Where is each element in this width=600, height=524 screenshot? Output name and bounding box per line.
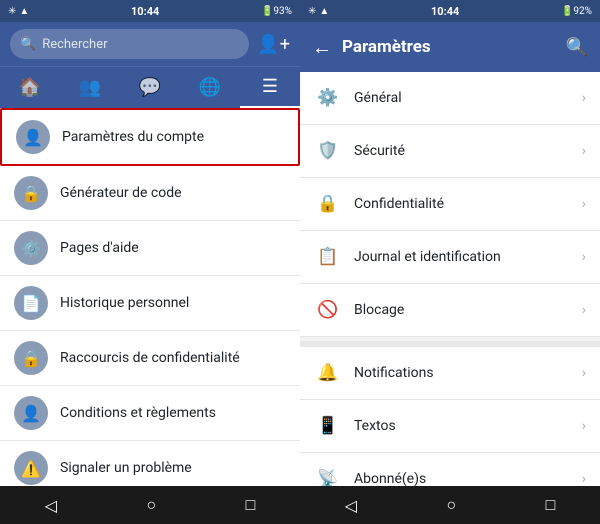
sms-chevron: › [582,418,586,434]
sms-label: Textos [354,418,582,434]
right-back-button[interactable]: ◁ [329,492,373,519]
general-icon: ⚙️ [314,84,342,112]
tab-home[interactable]: 🏠 [0,67,60,108]
right-recent-button[interactable]: □ [530,491,572,519]
timeline-chevron: › [582,249,586,265]
signal-icon: ▲ [19,6,29,17]
settings-section-2: 🔔 Notifications › 📱 Textos › 📡 Abonné(e)… [300,347,600,486]
privacy-label: Confidentialité [354,196,582,212]
menu-item-code-generator[interactable]: 🔒 Générateur de code [0,166,300,221]
menu-item-activity-log[interactable]: 📄 Historique personnel [0,276,300,331]
right-battery-icon: 🔋92% [561,6,592,17]
report-problem-icon: ⚠️ [14,451,48,485]
settings-item-security[interactable]: 🛡️ Sécurité › [300,125,600,178]
right-status-left-icons: ✳ ▲ [308,6,329,17]
settings-section-1: ⚙️ Général › 🛡️ Sécurité › 🔒 Confidentia… [300,72,600,337]
notifications-chevron: › [582,365,586,381]
right-status-right-icons: 🔋92% [561,6,592,17]
left-panel: ✳ ▲ 10:44 🔋93% 🔍 Rechercher 👤+ 🏠 👥 💬 🌐 ☰… [0,0,300,524]
left-status-time: 10:44 [131,5,159,18]
subscribers-icon: 📡 [314,465,342,486]
bluetooth-icon: ✳ [8,6,16,17]
settings-item-subscribers[interactable]: 📡 Abonné(e)s › [300,453,600,486]
privacy-shortcuts-label: Raccourcis de confidentialité [60,350,240,366]
right-status-bar: ✳ ▲ 10:44 🔋92% [300,0,600,22]
menu-item-report-problem[interactable]: ⚠️ Signaler un problème [0,441,300,486]
add-friend-icon[interactable]: 👤+ [257,34,290,55]
right-android-nav: ◁ ○ □ [300,486,600,524]
left-nav-tabs: 🏠 👥 💬 🌐 ☰ [0,66,300,108]
tab-friends[interactable]: 👥 [60,67,120,108]
search-icon: 🔍 [20,37,36,52]
privacy-chevron: › [582,196,586,212]
settings-item-general[interactable]: ⚙️ Général › [300,72,600,125]
tab-menu[interactable]: ☰ [240,67,300,108]
subscribers-label: Abonné(e)s [354,471,582,486]
right-status-time: 10:44 [431,5,459,18]
left-status-bar: ✳ ▲ 10:44 🔋93% [0,0,300,22]
general-label: Général [354,90,582,106]
activity-log-label: Historique personnel [60,295,189,311]
settings-item-privacy[interactable]: 🔒 Confidentialité › [300,178,600,231]
settings-item-notifications[interactable]: 🔔 Notifications › [300,347,600,400]
settings-list: ⚙️ Général › 🛡️ Sécurité › 🔒 Confidentia… [300,72,600,486]
terms-icon: 👤 [14,396,48,430]
left-status-left-icons: ✳ ▲ [8,6,29,17]
back-button[interactable]: ◁ [29,492,73,519]
settings-item-timeline[interactable]: 📋 Journal et identification › [300,231,600,284]
general-chevron: › [582,90,586,106]
blocking-icon: 🚫 [314,296,342,324]
battery-icon: 🔋93% [261,6,292,17]
left-android-nav: ◁ ○ □ [0,486,300,524]
terms-label: Conditions et règlements [60,405,216,421]
search-field-wrapper[interactable]: 🔍 Rechercher [10,29,249,59]
blocking-label: Blocage [354,302,582,318]
settings-title: Paramètres [342,37,556,57]
sms-icon: 📱 [314,412,342,440]
home-button[interactable]: ○ [130,491,172,519]
right-panel: ✳ ▲ 10:44 🔋92% ← Paramètres 🔍 ⚙️ Général… [300,0,600,524]
left-menu-list: 👤 Paramètres du compte 🔒 Générateur de c… [0,108,300,486]
notifications-icon: 🔔 [314,359,342,387]
menu-item-account-settings[interactable]: 👤 Paramètres du compte [0,108,300,166]
timeline-icon: 📋 [314,243,342,271]
activity-log-icon: 📄 [14,286,48,320]
help-pages-label: Pages d'aide [60,240,139,256]
tab-messages[interactable]: 💬 [120,67,180,108]
account-settings-icon: 👤 [16,120,50,154]
menu-item-help-pages[interactable]: ⚙️ Pages d'aide [0,221,300,276]
security-chevron: › [582,143,586,159]
menu-item-terms[interactable]: 👤 Conditions et règlements [0,386,300,441]
right-home-button[interactable]: ○ [430,491,472,519]
code-generator-label: Générateur de code [60,185,182,201]
security-label: Sécurité [354,143,582,159]
blocking-chevron: › [582,302,586,318]
right-signal-icon: ▲ [319,6,329,17]
privacy-shortcuts-icon: 🔒 [14,341,48,375]
report-problem-label: Signaler un problème [60,460,192,476]
right-header: ← Paramètres 🔍 [300,22,600,72]
settings-item-sms[interactable]: 📱 Textos › [300,400,600,453]
back-arrow-icon[interactable]: ← [312,35,332,60]
recent-button[interactable]: □ [230,491,272,519]
settings-item-blocking[interactable]: 🚫 Blocage › [300,284,600,337]
privacy-icon: 🔒 [314,190,342,218]
menu-item-privacy-shortcuts[interactable]: 🔒 Raccourcis de confidentialité [0,331,300,386]
account-settings-label: Paramètres du compte [62,129,204,145]
notifications-label: Notifications [354,365,582,381]
left-search-bar: 🔍 Rechercher 👤+ [0,22,300,66]
right-search-icon[interactable]: 🔍 [566,37,588,58]
left-status-right-icons: 🔋93% [261,6,292,17]
right-bluetooth-icon: ✳ [308,6,316,17]
search-placeholder-text: Rechercher [42,37,107,52]
code-generator-icon: 🔒 [14,176,48,210]
tab-globe[interactable]: 🌐 [180,67,240,108]
subscribers-chevron: › [582,471,586,486]
security-icon: 🛡️ [314,137,342,165]
timeline-label: Journal et identification [354,249,582,265]
help-pages-icon: ⚙️ [14,231,48,265]
